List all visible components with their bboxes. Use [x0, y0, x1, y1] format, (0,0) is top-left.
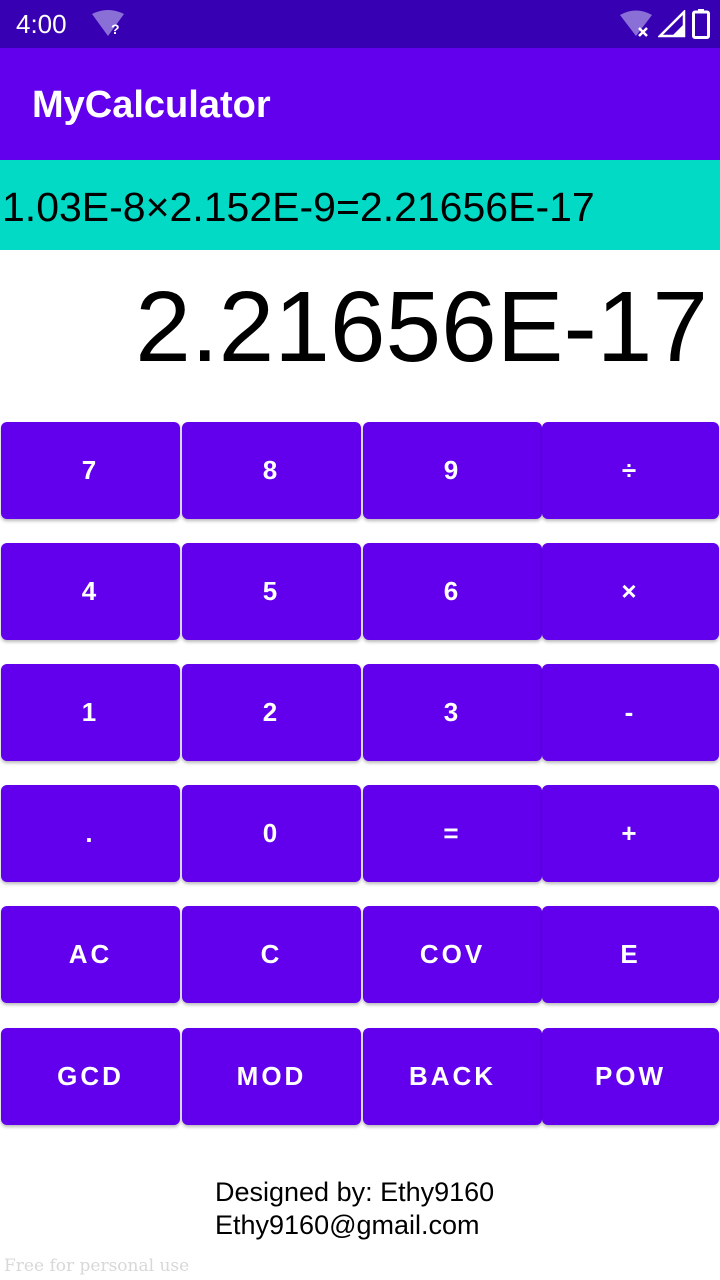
key-row-3: 1 2 3 - [0, 664, 720, 761]
watermark: Free for personal use [4, 1256, 190, 1276]
signal-icon [658, 10, 686, 38]
key-row-4: . 0 = + [0, 785, 720, 882]
key-5[interactable]: 5 [182, 543, 361, 640]
key-4[interactable]: 4 [1, 543, 180, 640]
wifi-question-icon: ? [92, 10, 124, 37]
key-decimal[interactable]: . [1, 785, 180, 882]
svg-text:?: ? [111, 21, 120, 37]
status-bar: 4:00 ? [0, 0, 720, 48]
expression-display: 1.03E-8×2.152E-9=2.21656E-17 [0, 160, 720, 250]
key-row-2: 4 5 6 × [0, 543, 720, 640]
app-bar: MyCalculator [0, 48, 720, 160]
key-6[interactable]: 6 [363, 543, 542, 640]
status-time: 4:00 [16, 9, 67, 39]
battery-icon [692, 9, 710, 39]
key-gcd[interactable]: GCD [1, 1028, 180, 1125]
key-2[interactable]: 2 [182, 664, 361, 761]
key-3[interactable]: 3 [363, 664, 542, 761]
key-row-5: AC C COV E [0, 906, 720, 1003]
app-title: MyCalculator [32, 84, 271, 126]
key-9[interactable]: 9 [363, 422, 542, 519]
key-back[interactable]: BACK [363, 1028, 542, 1125]
key-1[interactable]: 1 [1, 664, 180, 761]
key-exponent[interactable]: E [542, 906, 719, 1003]
key-divide[interactable]: ÷ [542, 422, 719, 519]
key-row-6: GCD MOD BACK POW [0, 1028, 720, 1125]
key-add[interactable]: + [542, 785, 719, 882]
designer-credit: Designed by: Ethy9160 [215, 1177, 495, 1207]
key-pow[interactable]: POW [542, 1028, 719, 1125]
footer-credits: Designed by: Ethy9160 Ethy9160@gmail.com [215, 1176, 494, 1242]
designer-email: Ethy9160@gmail.com [215, 1210, 480, 1240]
key-equals[interactable]: = [363, 785, 542, 882]
result-display: 2.21656E-17 [135, 271, 708, 383]
key-clear[interactable]: C [182, 906, 361, 1003]
key-7[interactable]: 7 [1, 422, 180, 519]
key-all-clear[interactable]: AC [1, 906, 180, 1003]
key-row-1: 7 8 9 ÷ [0, 422, 720, 519]
key-0[interactable]: 0 [182, 785, 361, 882]
key-subtract[interactable]: - [542, 664, 719, 761]
expression-text: 1.03E-8×2.152E-9=2.21656E-17 [2, 184, 595, 230]
key-mod[interactable]: MOD [182, 1028, 361, 1125]
status-icons [620, 8, 710, 40]
key-cov[interactable]: COV [363, 906, 542, 1003]
wifi-off-icon [620, 10, 652, 37]
key-multiply[interactable]: × [542, 543, 719, 640]
key-8[interactable]: 8 [182, 422, 361, 519]
